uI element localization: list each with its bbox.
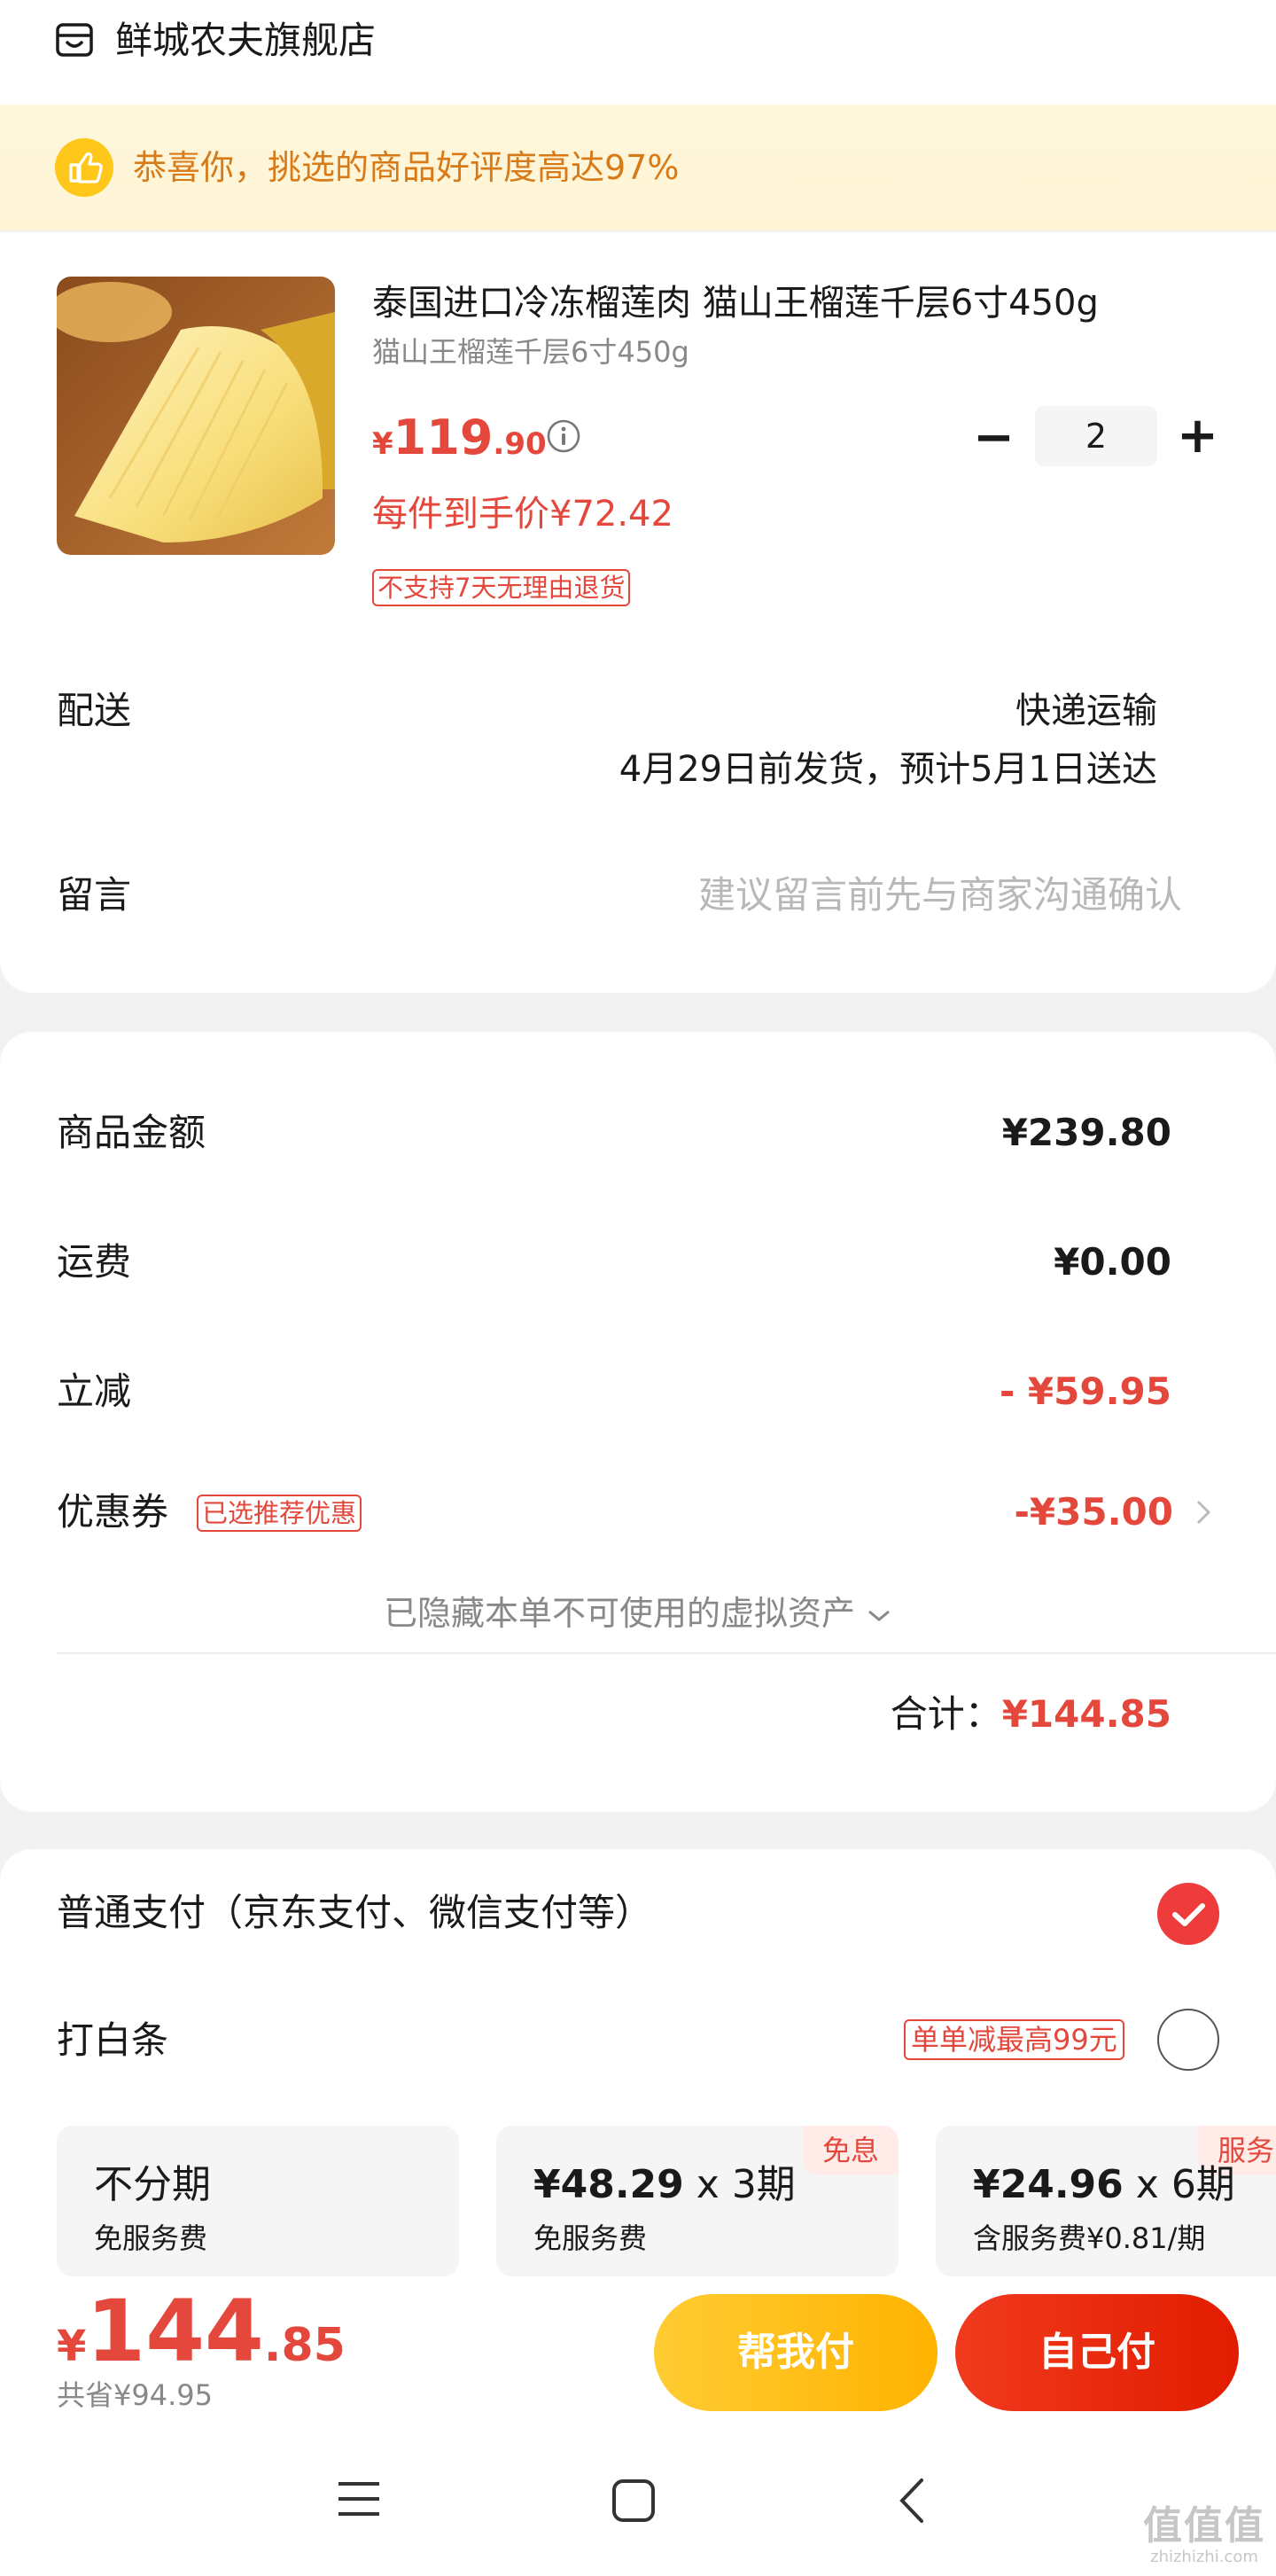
price-integer: 119 [393,410,494,465]
delivery-method[interactable]: 快递运输 [1015,684,1157,738]
order-total: 合计：¥144.85 [891,1688,1171,1741]
hidden-assets-text: 已隐藏本单不可使用的虚拟资产 [383,1594,855,1633]
product-spec[interactable]: 猫山王榴莲千层6寸450g [372,333,689,371]
price-decimal: .90 [493,426,547,462]
total-value: ¥144.85 [1001,1692,1171,1736]
product-title[interactable]: 泰国进口冷冻榴莲肉 猫山王榴莲千层6寸450g [372,277,1099,330]
check-icon [1172,1903,1205,1926]
store-icon [55,21,94,60]
instant-discount-value: - ¥59.95 [999,1370,1171,1413]
plan-amount: ¥24.96 [973,2162,1124,2207]
watermark-domain: zhizhizhi.com [1150,2548,1258,2566]
footer-price-decimal: .85 [263,2319,346,2372]
message-label: 留言 [57,873,132,917]
plan-badge: 免息 [802,2126,899,2175]
watermark: 值值值 zhizhizhi.com [1143,2505,1265,2567]
info-icon[interactable] [546,418,581,454]
plan-title: ¥48.29 x 3期 [533,2152,796,2209]
plan-title: 不分期 [94,2162,211,2207]
back-icon[interactable] [895,2477,927,2525]
menu-icon[interactable] [337,2478,381,2519]
plan-no-installment[interactable]: 不分期 免服务费 [57,2126,459,2276]
divider [57,1652,1276,1654]
baitiao-label[interactable]: 打白条 [57,2014,168,2067]
shipping-fee-label: 运费 [57,1240,132,1284]
chevron-down-icon [868,1610,890,1621]
goods-amount-value: ¥239.80 [1001,1111,1171,1154]
message-input[interactable]: 建议留言前先与商家沟通确认 [698,869,1182,922]
plan-amount: ¥48.29 [533,2162,684,2207]
price-symbol: ¥ [372,426,393,462]
home-icon[interactable] [611,2478,656,2523]
normal-pay-radio[interactable] [1157,1883,1219,1945]
plan-times: x [1123,2162,1171,2207]
net-price: 每件到手价¥72.42 [372,494,673,535]
quantity-minus-button[interactable]: − [973,413,1015,463]
baitiao-tag: 单单减最高99元 [904,2019,1124,2060]
quantity-plus-button[interactable]: + [1177,411,1218,461]
instant-discount-label: 立减 [57,1370,132,1413]
chevron-right-icon[interactable] [1194,1498,1212,1526]
product-price: ¥119.90 [372,410,547,465]
delivery-schedule[interactable]: 4月29日前发货，预计5月1日送达 [619,743,1157,796]
delivery-label: 配送 [57,689,132,732]
plan-6-installments[interactable]: 服务 ¥24.96 x 6期 含服务费¥0.81/期 [936,2126,1276,2276]
footer-price-integer: 144 [86,2282,264,2381]
store-header[interactable]: 鲜城农夫旗舰店 [0,0,1276,106]
normal-pay-label[interactable]: 普通支付（京东支付、微信支付等） [57,1886,652,1940]
thumbs-up-icon [55,138,113,197]
saved-amount: 共省¥94.95 [57,2378,213,2412]
return-policy-tag: 不支持7天无理由退货 [372,569,631,606]
plan-times: x [683,2162,732,2207]
plan-3-installments[interactable]: 免息 ¥48.29 x 3期 免服务费 [496,2126,899,2276]
rating-banner: 恭喜你，挑选的商品好评度高达97% [0,105,1276,230]
plan-subtitle: 免服务费 [533,2221,648,2255]
plan-subtitle: 含服务费¥0.81/期 [973,2221,1206,2255]
coupon-tag: 已选推荐优惠 [197,1495,362,1532]
footer-price: ¥144.85 [57,2282,346,2381]
plan-term: 3期 [731,2162,796,2207]
store-name[interactable]: 鲜城农夫旗舰店 [115,16,376,66]
shipping-fee-value: ¥0.00 [1054,1240,1171,1284]
watermark-logo: 值值值 [1143,2503,1265,2549]
quantity-input[interactable]: 2 [1035,406,1157,466]
hidden-assets-toggle[interactable]: 已隐藏本单不可使用的虚拟资产 [0,1589,1276,1638]
coupon-value[interactable]: -¥35.00 [1014,1486,1173,1539]
footer-price-symbol: ¥ [57,2322,87,2371]
plan-title: ¥24.96 x 6期 [973,2152,1235,2209]
coupon-label: 优惠券 [57,1490,169,1534]
self-pay-button[interactable]: 自己付 [955,2294,1239,2411]
baitiao-radio[interactable] [1157,2009,1219,2071]
plan-term: 6期 [1171,2162,1235,2207]
help-pay-button[interactable]: 帮我付 [654,2294,938,2411]
total-label: 合计： [890,1692,1002,1736]
product-image[interactable] [57,277,335,555]
plan-subtitle: 免服务费 [94,2221,208,2255]
banner-text: 恭喜你，挑选的商品好评度高达97% [133,148,680,187]
goods-amount-label: 商品金额 [57,1111,206,1154]
